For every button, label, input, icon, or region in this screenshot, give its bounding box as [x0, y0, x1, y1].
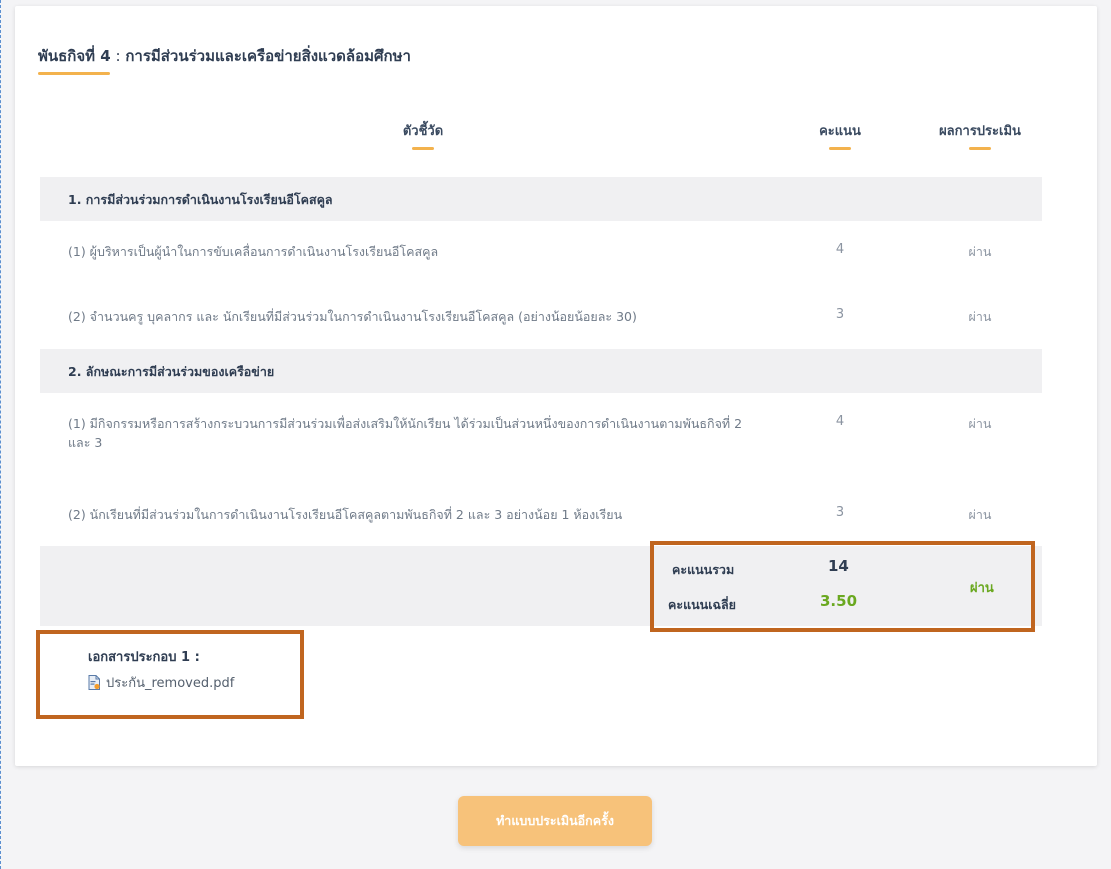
indicator-item: (2) จำนวนครู บุคลากร และ นักเรียนที่มีส่… — [68, 309, 637, 324]
section-label: 2. ลักษณะการมีส่วนร่วมของเครือข่าย — [68, 364, 275, 379]
indicator-item: (1) มีกิจกรรมหรือการสร้างกระบวนการมีส่วน… — [68, 416, 743, 450]
summary-highlight-box — [650, 541, 1035, 632]
column-header-underline — [412, 147, 434, 150]
indicator-item: (2) นักเรียนที่มีส่วนร่วมในการดำเนินงานโ… — [68, 507, 623, 522]
indicator-score: 4 — [835, 242, 845, 257]
section-row: 2. ลักษณะการมีส่วนร่วมของเครือข่าย — [40, 349, 1042, 393]
column-header-underline — [969, 147, 991, 150]
title-underline — [38, 72, 110, 75]
column-header-result-label: ผลการประเมิน — [939, 124, 1021, 139]
indicator-item: (1) ผู้บริหารเป็นผู้นำในการขับเคลื่อนการ… — [68, 244, 439, 259]
mission-title-text: การมีส่วนร่วมและเครือข่ายสิ่งแวดล้อมศึกษ… — [125, 47, 411, 65]
column-header-score: คะแนน — [800, 120, 880, 150]
mission-title: พันธกิจที่ 4 : การมีส่วนร่วมและเครือข่าย… — [38, 44, 411, 68]
mission-separator: : — [110, 47, 126, 65]
indicator-score: 4 — [835, 414, 845, 429]
retry-assessment-button[interactable]: ทำแบบประเมินอีกครั้ง — [458, 796, 652, 846]
column-header-underline — [829, 147, 851, 150]
column-header-score-label: คะแนน — [819, 124, 861, 139]
left-guide-line — [0, 0, 1, 869]
section-row: 1. การมีส่วนร่วมการดำเนินงานโรงเรียนอีโค… — [40, 177, 1042, 221]
column-header-indicator-label: ตัวชี้วัด — [402, 124, 444, 139]
column-header-result: ผลการประเมิน — [920, 120, 1040, 150]
indicator-result: ผ่าน — [968, 507, 992, 522]
mission-prefix: พันธกิจที่ 4 — [38, 47, 111, 65]
section-label: 1. การมีส่วนร่วมการดำเนินงานโรงเรียนอีโค… — [68, 192, 333, 207]
indicator-result: ผ่าน — [968, 244, 992, 259]
indicator-result: ผ่าน — [968, 416, 992, 431]
indicator-score: 3 — [835, 505, 845, 520]
indicator-result: ผ่าน — [968, 309, 992, 324]
indicator-score: 3 — [835, 307, 845, 322]
documents-highlight-box — [36, 630, 304, 719]
column-header-indicator: ตัวชี้วัด — [378, 120, 468, 150]
